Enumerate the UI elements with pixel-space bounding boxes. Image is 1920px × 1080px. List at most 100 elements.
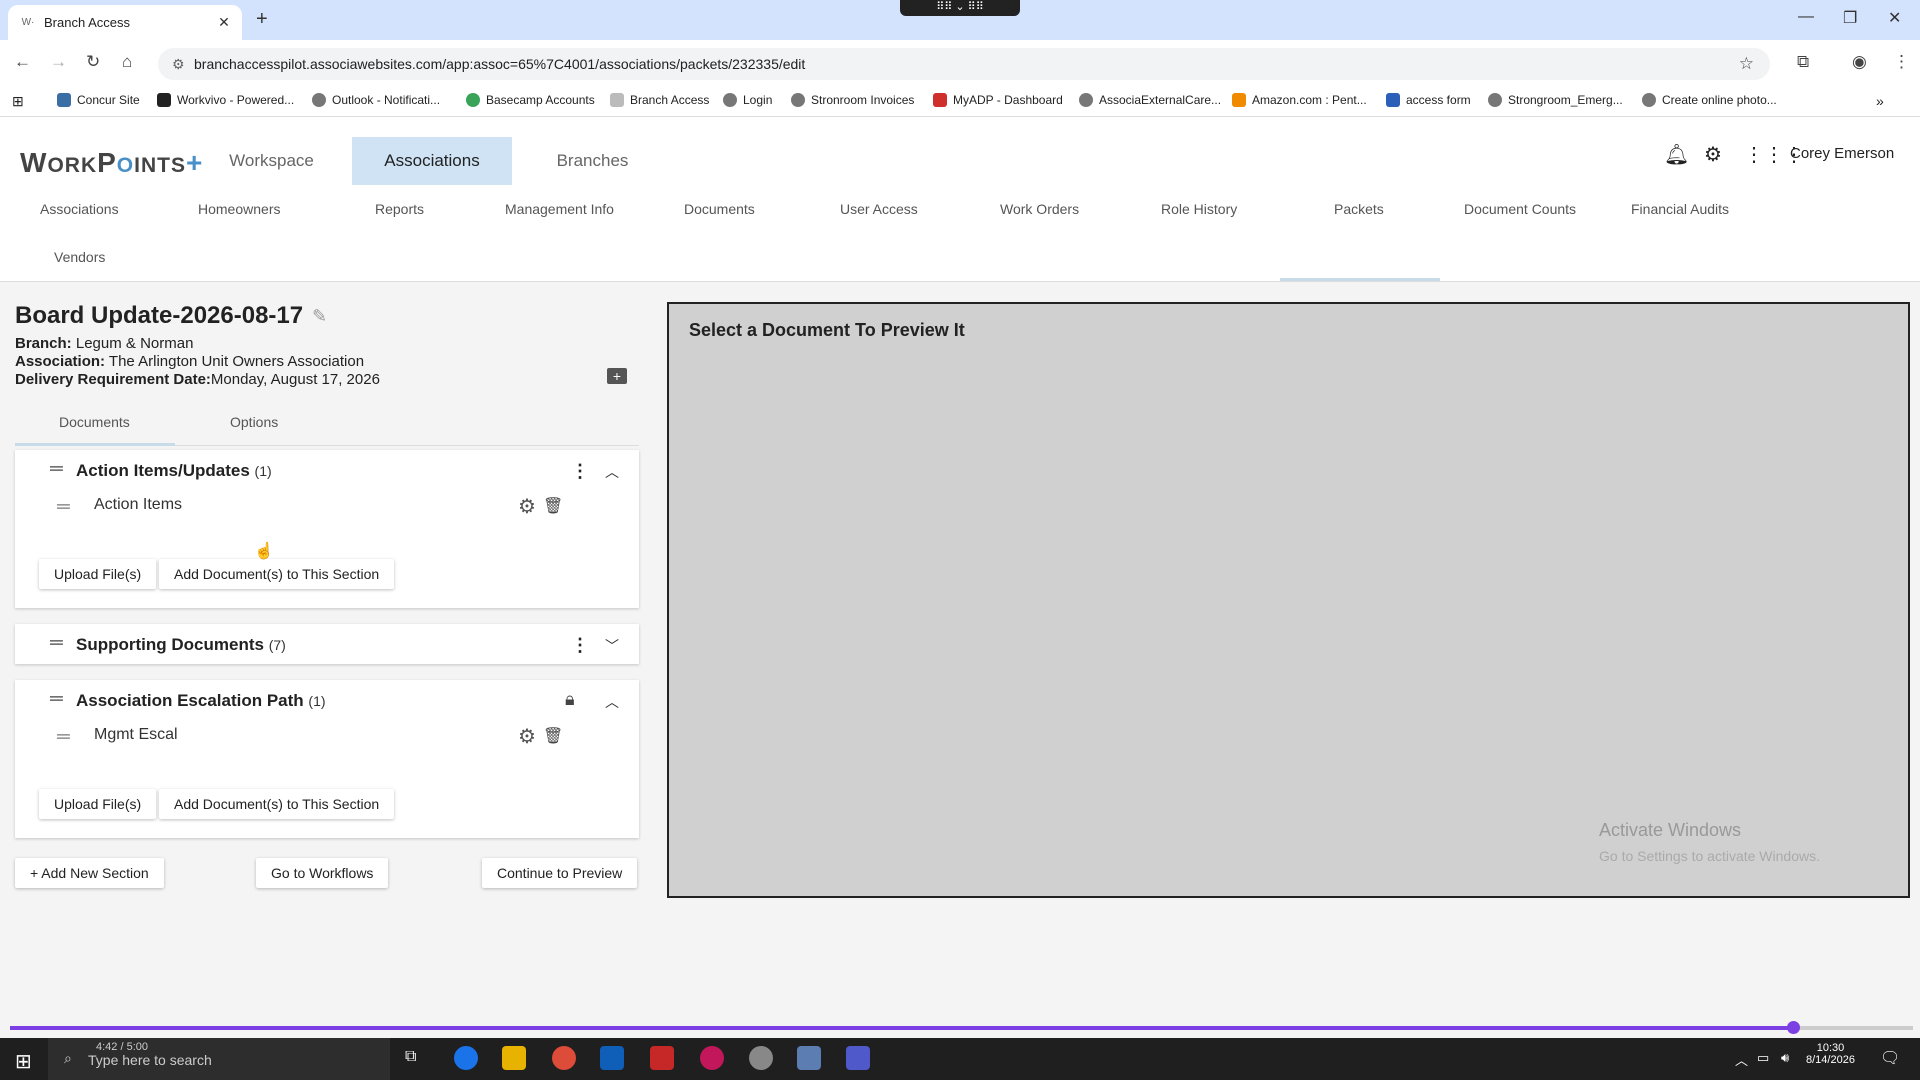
- subnav-financial-audits[interactable]: Financial Audits: [1631, 201, 1729, 217]
- upload-files-button[interactable]: Upload File(s): [39, 789, 157, 819]
- section-header[interactable]: ═ Action Items/Updates (1) ⋮ ︿: [15, 450, 639, 490]
- tray-chevron-icon[interactable]: ︿: [1735, 1050, 1748, 1069]
- bookmark-branch-access[interactable]: Branch Access: [610, 93, 709, 107]
- notifications-icon[interactable]: 🗨︎: [1880, 1048, 1900, 1068]
- bookmark-workvivo[interactable]: Workvivo - Powered...: [157, 93, 294, 107]
- nav-workspace[interactable]: Workspace: [214, 137, 329, 185]
- workpoints-logo[interactable]: WORKPOINTS+: [20, 147, 203, 179]
- close-window-icon[interactable]: ✕: [1888, 8, 1901, 28]
- video-progress-bar[interactable]: [10, 1026, 1793, 1030]
- upload-files-button[interactable]: Upload File(s): [39, 559, 157, 589]
- subnav-document-counts[interactable]: Document Counts: [1464, 201, 1576, 217]
- section-menu-icon[interactable]: ⋮: [571, 461, 589, 482]
- user-name[interactable]: Corey Emerson: [1790, 145, 1894, 162]
- bookmark-login[interactable]: Login: [723, 93, 772, 107]
- restore-icon[interactable]: ❐: [1843, 8, 1857, 28]
- app-red-icon[interactable]: [700, 1046, 724, 1070]
- section-header[interactable]: ═ Supporting Documents (7) ⋮ ﹀: [15, 624, 639, 664]
- bookmark-concur[interactable]: Concur Site: [57, 93, 140, 107]
- go-to-workflows-button[interactable]: Go to Workflows: [256, 858, 389, 888]
- outlook-icon[interactable]: [600, 1046, 624, 1070]
- app-grey-icon[interactable]: [749, 1046, 773, 1070]
- bookmark-basecamp[interactable]: Basecamp Accounts: [466, 93, 595, 107]
- tab-documents[interactable]: Documents: [59, 414, 130, 430]
- nav-associations[interactable]: Associations: [352, 137, 512, 185]
- drag-handle-icon[interactable]: ═: [50, 458, 63, 479]
- chrome-icon[interactable]: [552, 1046, 576, 1070]
- drag-handle-icon[interactable]: ═: [50, 632, 63, 653]
- edge-icon[interactable]: [454, 1046, 478, 1070]
- subnav-user-access[interactable]: User Access: [840, 201, 918, 217]
- document-settings-icon[interactable]: ⚙: [518, 494, 536, 519]
- continue-to-preview-button[interactable]: Continue to Preview: [482, 858, 638, 888]
- taskbar-search[interactable]: 4:42 / 5:00 ⌕ Type here to search: [48, 1038, 390, 1080]
- teams-icon[interactable]: [846, 1046, 870, 1070]
- network-icon[interactable]: ▭: [1757, 1050, 1769, 1066]
- video-progress-track[interactable]: [1793, 1026, 1913, 1030]
- section-header[interactable]: ═ Association Escalation Path (1) 🔒︎ ︿: [15, 680, 639, 720]
- cast-icon[interactable]: ⧉: [1797, 52, 1809, 72]
- bookmark-outlook[interactable]: Outlook - Notificati...: [312, 93, 440, 107]
- profile-icon[interactable]: ◉: [1852, 52, 1867, 72]
- back-icon[interactable]: ←: [14, 52, 31, 72]
- bookmark-strongroom-emerg[interactable]: Strongroom_Emerg...: [1488, 93, 1623, 107]
- section-menu-icon[interactable]: ⋮: [571, 635, 589, 656]
- subnav-homeowners[interactable]: Homeowners: [198, 201, 280, 217]
- bookmark-star-icon[interactable]: ☆: [1739, 48, 1754, 80]
- tab-options[interactable]: Options: [230, 414, 278, 430]
- expand-chevron-icon[interactable]: ﹀: [605, 636, 619, 656]
- nav-branches[interactable]: Branches: [530, 137, 655, 185]
- new-tab-icon[interactable]: +: [256, 8, 268, 31]
- subnav-reports[interactable]: Reports: [375, 201, 424, 217]
- subnav-documents[interactable]: Documents: [684, 201, 755, 217]
- bookmark-create-photo[interactable]: Create online photo...: [1642, 93, 1777, 107]
- url-input[interactable]: ⚙ branchaccesspilot.associawebsites.com/…: [158, 48, 1770, 80]
- collapse-chevron-icon[interactable]: ︿: [605, 462, 619, 482]
- forward-icon[interactable]: →: [50, 52, 67, 72]
- system-clock[interactable]: 10:30 8/14/2026: [1806, 1042, 1855, 1066]
- subnav-work-orders[interactable]: Work Orders: [1000, 201, 1079, 217]
- volume-icon[interactable]: 🔊︎: [1781, 1050, 1789, 1066]
- notification-bell-icon[interactable]: 🔔︎: [1664, 142, 1689, 167]
- reload-icon[interactable]: ↻: [86, 52, 100, 72]
- bookmark-myadp[interactable]: MyADP - Dashboard: [933, 93, 1063, 107]
- document-settings-icon[interactable]: ⚙: [518, 724, 536, 749]
- apps-icon[interactable]: ⊞: [12, 93, 24, 110]
- add-comment-icon[interactable]: +: [607, 368, 627, 384]
- bookmark-associa-external[interactable]: AssociaExternalCare...: [1079, 93, 1221, 107]
- screen-recorder-handle[interactable]: ⠿⠿ ⌄ ⠿⠿: [900, 0, 1020, 16]
- edit-pencil-icon[interactable]: ✎: [312, 306, 327, 327]
- document-name[interactable]: Action Items: [94, 496, 182, 514]
- close-tab-icon[interactable]: ✕: [214, 14, 234, 31]
- drag-handle-icon[interactable]: ═: [50, 688, 63, 709]
- pdf-icon[interactable]: [650, 1046, 674, 1070]
- subnav-vendors[interactable]: Vendors: [54, 249, 105, 265]
- notepad-icon[interactable]: [797, 1046, 821, 1070]
- site-info-icon[interactable]: ⚙: [172, 48, 185, 80]
- drag-handle-icon[interactable]: ═: [57, 496, 70, 517]
- minimize-icon[interactable]: —: [1798, 8, 1814, 26]
- settings-gear-icon[interactable]: ⚙: [1704, 142, 1722, 167]
- bookmark-stronroom[interactable]: Stronroom Invoices: [791, 93, 914, 107]
- browser-tab[interactable]: W· Branch Access ✕: [8, 5, 242, 40]
- add-documents-button[interactable]: Add Document(s) to This Section: [159, 559, 395, 589]
- menu-icon[interactable]: ⋮: [1893, 52, 1910, 72]
- subnav-management-info[interactable]: Management Info: [505, 201, 614, 217]
- drag-handle-icon[interactable]: ═: [57, 726, 70, 747]
- collapse-chevron-icon[interactable]: ︿: [605, 692, 619, 712]
- add-documents-button[interactable]: Add Document(s) to This Section: [159, 789, 395, 819]
- task-view-icon[interactable]: ⧉: [405, 1048, 416, 1066]
- file-explorer-icon[interactable]: [502, 1046, 526, 1070]
- delete-document-icon[interactable]: 🗑︎: [543, 496, 563, 516]
- bookmark-amazon[interactable]: Amazon.com : Pent...: [1232, 93, 1367, 107]
- windows-start-icon[interactable]: ⊞: [15, 1049, 32, 1074]
- subnav-role-history[interactable]: Role History: [1161, 201, 1237, 217]
- subnav-associations[interactable]: Associations: [40, 201, 119, 217]
- document-name[interactable]: Mgmt Escal: [94, 726, 178, 744]
- home-icon[interactable]: ⌂: [122, 52, 132, 72]
- delete-document-icon[interactable]: 🗑︎: [543, 726, 563, 746]
- bookmark-access-form[interactable]: access form: [1386, 93, 1471, 107]
- add-new-section-button[interactable]: + Add New Section: [15, 858, 164, 888]
- more-bookmarks-icon[interactable]: »: [1876, 93, 1884, 109]
- video-progress-knob[interactable]: [1787, 1021, 1800, 1034]
